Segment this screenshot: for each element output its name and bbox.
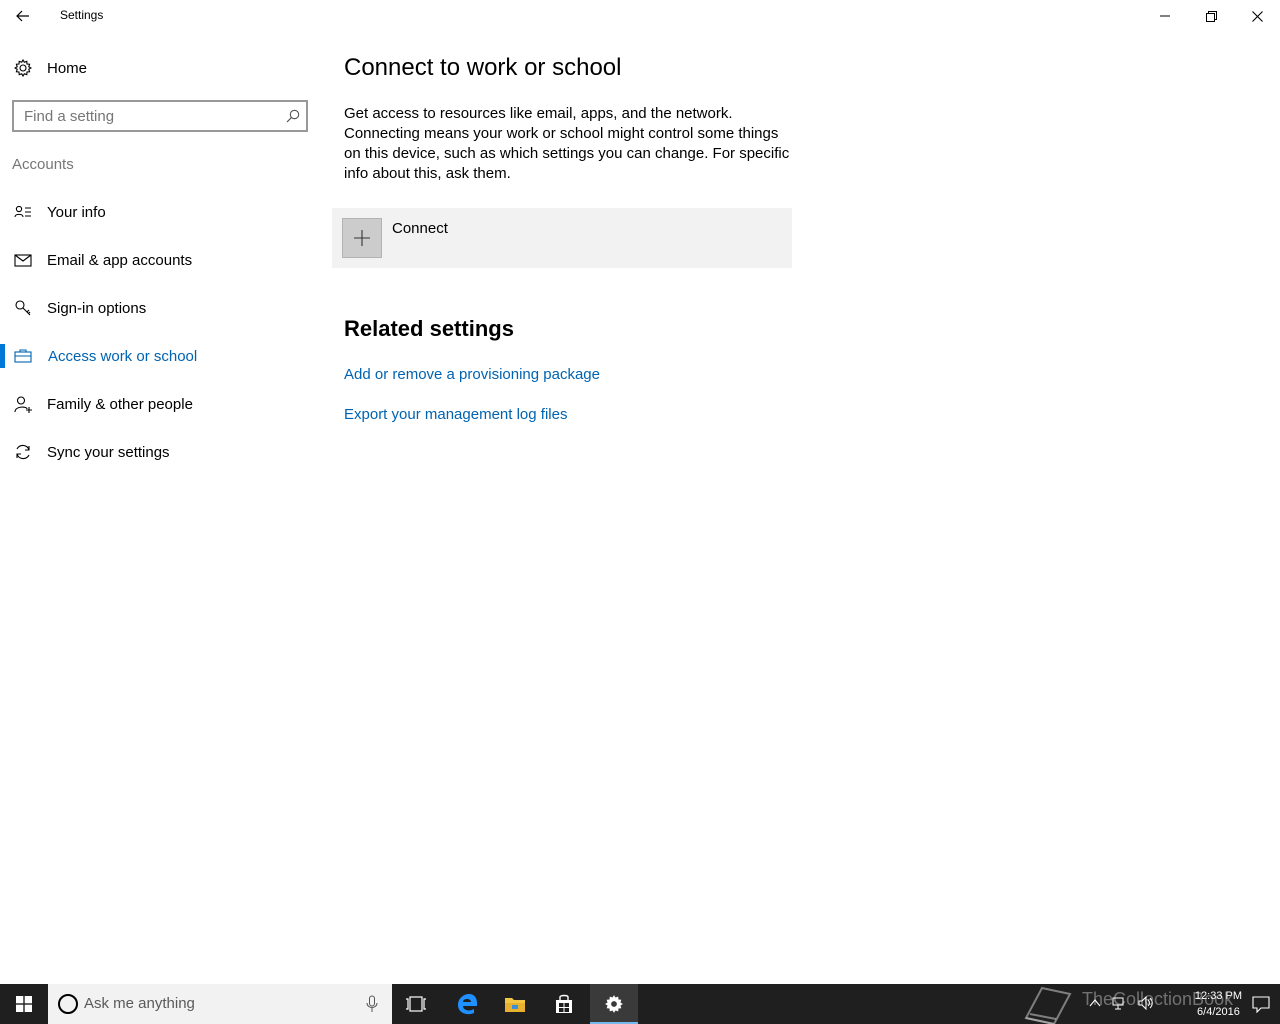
start-button[interactable] (0, 984, 48, 1024)
chevron-up-icon[interactable] (1088, 996, 1102, 1010)
home-label: Home (47, 59, 88, 77)
cortana-icon (58, 994, 78, 1014)
volume-icon[interactable] (1138, 996, 1154, 1010)
connect-button[interactable]: Connect (332, 208, 792, 268)
page-title: Connect to work or school (344, 54, 622, 81)
edge-browser-button[interactable] (443, 984, 491, 1024)
key-icon (15, 300, 31, 316)
sidebar-nav: Your info Email & app accounts Sign-in o… (0, 188, 320, 476)
search-input[interactable] (14, 103, 274, 129)
sidebar-item-label: Access work or school (48, 347, 198, 365)
link-provisioning-package[interactable]: Add or remove a provisioning package (344, 366, 600, 383)
restore-icon (1205, 10, 1217, 22)
sidebar-item-label: Sync your settings (47, 443, 170, 461)
plus-icon-tile (342, 218, 382, 258)
sidebar-item-label: Family & other people (47, 395, 193, 413)
file-explorer-button[interactable] (491, 984, 539, 1024)
sidebar-item-home[interactable]: Home (0, 50, 320, 86)
store-button[interactable] (540, 984, 588, 1024)
app-title: Settings (60, 8, 104, 22)
sidebar-item-sign-in-options[interactable]: Sign-in options (0, 284, 320, 332)
briefcase-icon (14, 349, 32, 363)
add-person-icon (14, 396, 32, 413)
microphone-icon[interactable] (366, 995, 378, 1013)
settings-window: Settings Home Find a setting Accounts Yo… (0, 0, 1280, 984)
gear-icon (605, 995, 623, 1013)
sidebar-item-family-other-people[interactable]: Family & other people (0, 380, 320, 428)
page-description: Get access to resources like email, apps… (344, 105, 790, 182)
cortana-placeholder: Ask me anything (84, 995, 195, 1012)
action-center-icon[interactable] (1252, 995, 1270, 1013)
sidebar-item-label: Your info (47, 203, 106, 221)
clock-date: 6/4/2016 (1197, 1006, 1240, 1018)
link-export-management-logs[interactable]: Export your management log files (344, 406, 567, 423)
settings-taskbar-button[interactable] (590, 984, 638, 1024)
minimize-icon (1160, 15, 1170, 17)
minimize-button[interactable] (1142, 0, 1188, 32)
sidebar-item-your-info[interactable]: Your info (0, 188, 320, 236)
system-tray: TheCollectionBook 12:33 PM 6/4/2016 (1020, 984, 1280, 1024)
gear-icon (14, 59, 32, 77)
clock-time: 12:33 PM (1194, 990, 1242, 1002)
contact-info-icon (14, 205, 31, 218)
related-settings-heading: Related settings (344, 316, 514, 341)
store-icon (556, 994, 572, 1013)
tray-icons (1088, 996, 1154, 1010)
sidebar-item-access-work-or-school[interactable]: Access work or school (0, 332, 320, 380)
sidebar-item-sync-your-settings[interactable]: Sync your settings (0, 428, 320, 476)
network-icon[interactable] (1112, 996, 1128, 1010)
task-view-button[interactable] (392, 984, 440, 1024)
back-arrow-icon (16, 10, 29, 22)
plus-icon (354, 230, 370, 246)
section-label-accounts: Accounts (12, 156, 74, 173)
book-watermark-icon (1024, 986, 1072, 1024)
sync-icon (16, 444, 30, 460)
sidebar-item-label: Email & app accounts (47, 251, 193, 269)
task-view-icon (406, 996, 426, 1012)
sidebar-item-label: Sign-in options (47, 299, 147, 317)
clock[interactable]: 12:33 PM 6/4/2016 (1195, 988, 1242, 1020)
window-controls (1142, 0, 1280, 32)
close-button[interactable] (1234, 0, 1280, 32)
restore-button[interactable] (1188, 0, 1234, 32)
connect-label: Connect (392, 220, 448, 237)
windows-logo-icon (16, 996, 32, 1012)
close-icon (1251, 10, 1263, 22)
folder-icon (505, 998, 525, 1012)
title-bar: Settings (0, 0, 1280, 32)
sidebar-item-email-app-accounts[interactable]: Email & app accounts (0, 236, 320, 284)
cortana-search-box[interactable]: Ask me anything (48, 984, 392, 1024)
sidebar: Home Accounts Your info (0, 32, 320, 984)
edge-icon (458, 994, 477, 1015)
taskbar: Ask me anything TheCollectionBook 12:33 … (0, 984, 1280, 1024)
back-button[interactable] (0, 0, 46, 32)
find-setting-search[interactable] (12, 100, 308, 132)
search-icon[interactable] (286, 109, 300, 123)
mail-icon (14, 254, 32, 267)
